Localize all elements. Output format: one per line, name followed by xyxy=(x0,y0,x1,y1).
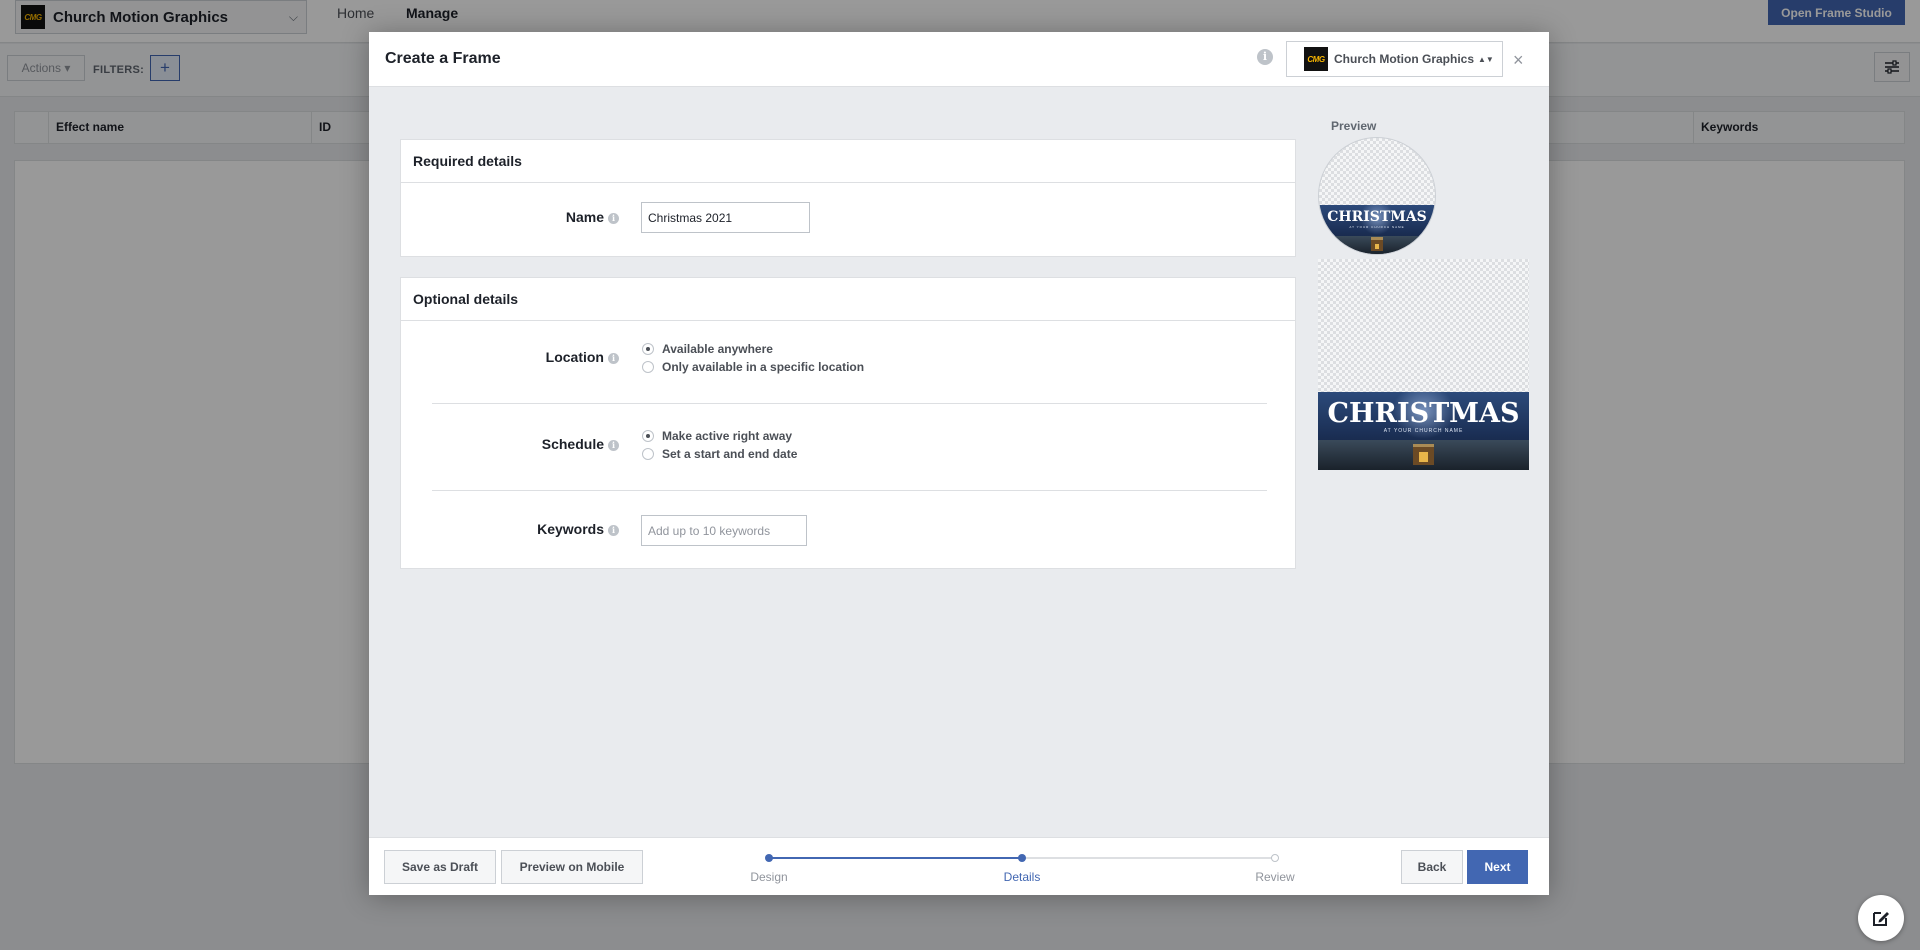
schedule-option-dates[interactable]: Set a start and end date xyxy=(642,447,797,461)
info-icon[interactable]: i xyxy=(608,524,619,536)
schedule-option-label: Set a start and end date xyxy=(662,447,798,461)
radio-button[interactable] xyxy=(642,430,654,442)
progress-line-remaining xyxy=(1022,857,1275,859)
optional-details-panel: Optional details Location i Available any… xyxy=(400,277,1296,569)
frame-subtitle-text: AT YOUR CHURCH NAME xyxy=(1383,428,1464,434)
close-icon[interactable]: × xyxy=(1513,50,1524,71)
step-label-design: Design xyxy=(750,870,788,884)
location-label: Location i xyxy=(546,349,619,365)
name-label-text: Name xyxy=(565,209,604,225)
keywords-label-text: Keywords xyxy=(537,521,604,537)
step-dot-review[interactable] xyxy=(1271,854,1279,862)
info-icon[interactable]: i xyxy=(608,439,619,451)
location-option-specific[interactable]: Only available in a specific location xyxy=(642,360,864,374)
required-details-panel: Required details Name i xyxy=(400,139,1296,257)
step-dot-design[interactable] xyxy=(765,854,773,862)
preview-label: Preview xyxy=(1331,119,1377,133)
step-label-details: Details xyxy=(1003,870,1041,884)
page-logo: CMG xyxy=(1304,47,1328,71)
info-icon[interactable]: i xyxy=(1257,49,1273,65)
location-option-label: Only available in a specific location xyxy=(662,360,865,374)
dialog-footer: Save as Draft Preview on Mobile Design D… xyxy=(369,837,1549,895)
frame-overlay-image: CHRISTMAS AT YOUR CHURCH NAME xyxy=(1318,392,1529,470)
keywords-input[interactable] xyxy=(641,515,807,546)
name-input[interactable] xyxy=(641,202,810,233)
step-label-review: Review xyxy=(1255,870,1295,884)
radio-button[interactable] xyxy=(642,343,654,355)
preview-profile-circle: CHRISTMAS AT YOUR CHURCH NAME xyxy=(1318,137,1436,255)
preview-mobile-button[interactable]: Preview on Mobile xyxy=(501,850,643,884)
sort-arrows-icon: ▲▼ xyxy=(1478,54,1494,64)
next-button[interactable]: Next xyxy=(1467,850,1528,884)
location-option-label: Available anywhere xyxy=(662,342,773,356)
divider xyxy=(432,490,1267,491)
frame-subtitle-text: AT YOUR CHURCH NAME xyxy=(1349,225,1405,230)
dialog-title: Create a Frame xyxy=(385,50,501,67)
optional-details-heading: Optional details xyxy=(401,278,1295,321)
frame-title-text: CHRISTMAS xyxy=(1327,209,1427,226)
divider xyxy=(432,403,1267,404)
radio-button[interactable] xyxy=(642,448,654,460)
name-label: Name i xyxy=(566,209,619,225)
frame-overlay-image: CHRISTMAS AT YOUR CHURCH NAME xyxy=(1319,205,1435,254)
location-option-anywhere[interactable]: Available anywhere xyxy=(642,342,773,356)
dialog-header: Create a Frame i CMG Church Motion Graph… xyxy=(369,32,1549,87)
info-icon[interactable]: i xyxy=(608,212,619,224)
keywords-label: Keywords i xyxy=(537,521,619,537)
schedule-option-now[interactable]: Make active right away xyxy=(642,429,792,443)
schedule-label-text: Schedule xyxy=(541,436,604,452)
info-icon[interactable]: i xyxy=(608,352,619,364)
schedule-option-label: Make active right away xyxy=(662,429,793,443)
schedule-label: Schedule i xyxy=(542,436,619,452)
radio-button[interactable] xyxy=(642,361,654,373)
location-label-text: Location xyxy=(545,349,604,365)
required-details-heading: Required details xyxy=(401,140,1295,183)
page-switcher[interactable]: CMG Church Motion Graphics ▲▼ xyxy=(1286,41,1503,77)
frame-title-text: CHRISTMAS xyxy=(1327,398,1520,429)
page-switcher-name: Church Motion Graphics xyxy=(1334,52,1475,66)
save-draft-button[interactable]: Save as Draft xyxy=(384,850,496,884)
create-frame-dialog: Create a Frame i CMG Church Motion Graph… xyxy=(369,32,1549,895)
compose-button[interactable] xyxy=(1858,895,1904,941)
step-dot-details[interactable] xyxy=(1018,854,1026,862)
preview-square: CHRISTMAS AT YOUR CHURCH NAME xyxy=(1318,259,1529,470)
compose-icon xyxy=(1873,912,1889,926)
back-button[interactable]: Back xyxy=(1401,850,1463,884)
progress-line-complete xyxy=(769,857,1022,859)
